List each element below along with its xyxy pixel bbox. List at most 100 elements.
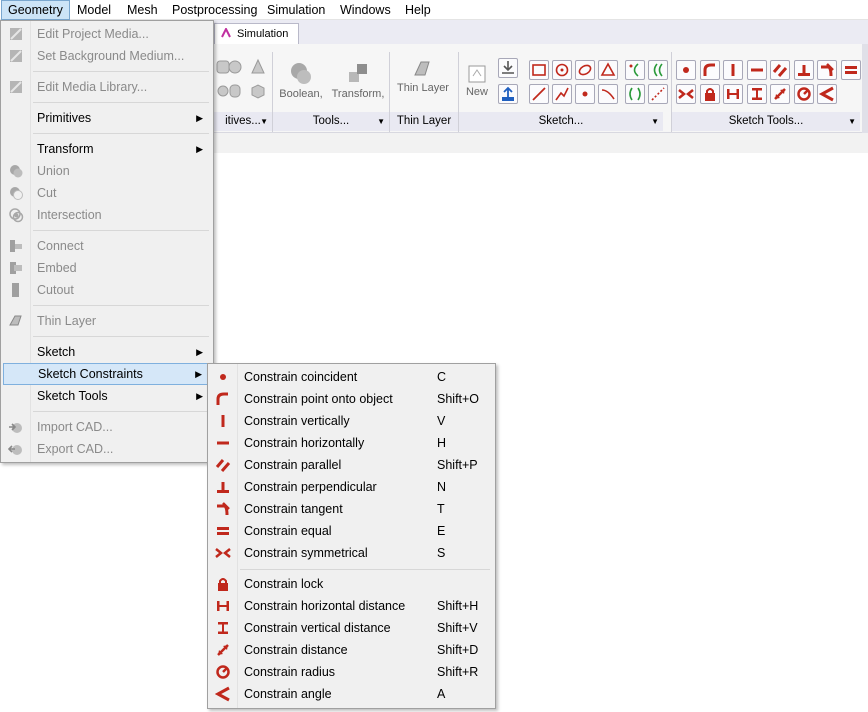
- menu-geometry[interactable]: Geometry: [1, 0, 70, 20]
- toolbar-vertical-distance-button[interactable]: [746, 84, 767, 104]
- menu-item-label: Constrain point onto object: [244, 392, 393, 406]
- new-sketch-button[interactable]: New: [462, 64, 492, 98]
- sketch-fillet-button[interactable]: [625, 60, 645, 80]
- toolbar-angle-button[interactable]: [817, 84, 837, 104]
- toolbar-lock-button[interactable]: [699, 84, 720, 104]
- menu-item-coincident[interactable]: Constrain coincident C: [210, 366, 493, 388]
- transform-button[interactable]: Transform,: [330, 60, 386, 100]
- menu-item-sketch-constraints[interactable]: Sketch Constraints ▶: [3, 363, 211, 385]
- menu-item-horizontal-distance[interactable]: Constrain horizontal distance Shift+H: [210, 595, 493, 617]
- sketch-arc-button[interactable]: [598, 84, 618, 104]
- menu-item-union[interactable]: Union: [3, 160, 211, 182]
- menu-item-parallel[interactable]: Constrain parallel Shift+P: [210, 454, 493, 476]
- toolbar-tangent-button[interactable]: [817, 60, 837, 80]
- menu-item-edit-media-library[interactable]: Edit Media Library...: [3, 76, 211, 98]
- menu-item-thin-layer[interactable]: Thin Layer: [3, 310, 211, 332]
- menu-postprocessing[interactable]: Postprocessing: [166, 0, 263, 20]
- toolbar-point-on-object-button[interactable]: [699, 60, 720, 80]
- sketch-point-button[interactable]: [575, 84, 595, 104]
- export-sketch-button[interactable]: [498, 84, 518, 104]
- sketch-mirror-button[interactable]: [625, 84, 645, 104]
- menu-item-distance[interactable]: Constrain distance Shift+D: [210, 639, 493, 661]
- menu-item-tangent[interactable]: Constrain tangent T: [210, 498, 493, 520]
- menu-item-lock[interactable]: Constrain lock: [210, 573, 493, 595]
- cone-primitive-icon[interactable]: [249, 58, 267, 76]
- boolean-label: Boolean,: [279, 88, 323, 100]
- menu-item-vertical-distance[interactable]: Constrain vertical distance Shift+V: [210, 617, 493, 639]
- menu-item-horizontal[interactable]: Constrain horizontally H: [210, 432, 493, 454]
- sketch-polyline-button[interactable]: [552, 84, 572, 104]
- group-tools[interactable]: Tools... ▼: [273, 112, 389, 131]
- menu-item-embed[interactable]: Embed: [3, 257, 211, 279]
- menu-item-cut[interactable]: Cut: [3, 182, 211, 204]
- menu-help[interactable]: Help: [399, 0, 437, 20]
- menu-item-symmetrical[interactable]: Constrain symmetrical S: [210, 542, 493, 564]
- group-primitives-label: itives...: [225, 115, 261, 127]
- menu-item-point-on-object[interactable]: Constrain point onto object Shift+O: [210, 388, 493, 410]
- sphere-primitive-icon[interactable]: [226, 58, 244, 76]
- shortcut-label: A: [437, 687, 446, 701]
- menu-item-vertical[interactable]: Constrain vertically V: [210, 410, 493, 432]
- menu-item-transform[interactable]: Transform ▶: [3, 138, 211, 160]
- group-sketch-tools[interactable]: Sketch Tools... ▼: [672, 112, 860, 131]
- distance-icon: [217, 644, 229, 656]
- menu-item-edit-project-media[interactable]: Edit Project Media...: [3, 23, 211, 45]
- menu-item-equal[interactable]: Constrain equal E: [210, 520, 493, 542]
- sketch-ellipse-button[interactable]: [575, 60, 595, 80]
- toolbar-perpendicular-button[interactable]: [793, 60, 814, 80]
- menu-simulation[interactable]: Simulation: [261, 0, 331, 20]
- import-sketch-button[interactable]: [498, 58, 518, 78]
- menu-model[interactable]: Model: [71, 0, 117, 20]
- menu-windows[interactable]: Windows: [334, 0, 397, 20]
- toolbar-vertical-button[interactable]: [723, 60, 743, 80]
- sketch-pattern-button[interactable]: [648, 84, 668, 104]
- tube-primitive-icon[interactable]: [226, 82, 244, 100]
- group-thin-layer[interactable]: Thin Layer: [390, 112, 458, 131]
- box-primitive-icon[interactable]: [249, 82, 267, 100]
- horizontal-distance-icon: [217, 601, 229, 611]
- sketch-line-button[interactable]: [529, 84, 549, 104]
- polyline-icon: [555, 87, 569, 101]
- tab-simulation[interactable]: Simulation: [214, 23, 300, 44]
- toolbar-radius-button[interactable]: [793, 84, 814, 104]
- thin-layer-ribbon-button[interactable]: Thin Layer: [394, 58, 452, 94]
- menu-item-intersection[interactable]: Intersection: [3, 204, 211, 226]
- toolbar-coincident-button[interactable]: [676, 60, 696, 80]
- boolean-button[interactable]: Boolean,: [278, 60, 324, 100]
- equal-icon: [844, 66, 857, 74]
- toolbar-horizontal-button[interactable]: [746, 60, 767, 80]
- menu-item-set-background-medium[interactable]: Set Background Medium...: [3, 45, 211, 67]
- menu-separator: [33, 71, 209, 72]
- menu-item-label: Constrain tangent: [244, 502, 343, 516]
- menu-item-label: Intersection: [37, 208, 102, 222]
- menu-item-perpendicular[interactable]: Constrain perpendicular N: [210, 476, 493, 498]
- toolbar-equal-button[interactable]: [840, 60, 861, 80]
- menu-item-sketch-tools[interactable]: Sketch Tools ▶: [3, 385, 211, 407]
- menu-item-angle[interactable]: Constrain angle A: [210, 683, 493, 705]
- group-primitives[interactable]: itives... ▼: [214, 112, 272, 131]
- toolbar-symmetrical-button[interactable]: [676, 84, 696, 104]
- horizontal-icon: [217, 441, 229, 445]
- menu-item-sketch[interactable]: Sketch ▶: [3, 341, 211, 363]
- menu-item-export-cad[interactable]: Export CAD...: [3, 438, 211, 460]
- sketch-offset-button[interactable]: [648, 60, 668, 80]
- menu-item-import-cad[interactable]: Import CAD...: [3, 416, 211, 438]
- sketch-circle-button[interactable]: [552, 60, 572, 80]
- group-sketch[interactable]: Sketch... ▼: [459, 112, 663, 131]
- menu-item-label: Constrain vertically: [244, 414, 350, 428]
- menu-item-connect[interactable]: Connect: [3, 235, 211, 257]
- menu-item-radius[interactable]: Constrain radius Shift+R: [210, 661, 493, 683]
- toolbar-distance-button[interactable]: [770, 84, 790, 104]
- menu-mesh[interactable]: Mesh: [121, 0, 164, 20]
- menu-item-cutout[interactable]: Cutout: [3, 279, 211, 301]
- circle-icon: [555, 63, 569, 77]
- toolbar-horizontal-distance-button[interactable]: [723, 84, 743, 104]
- menu-item-label: Constrain distance: [244, 643, 348, 657]
- menu-item-primitives[interactable]: Primitives ▶: [3, 107, 211, 129]
- shortcut-label: Shift+P: [437, 458, 478, 472]
- sketch-rectangle-button[interactable]: [529, 60, 549, 80]
- sketch-polygon-button[interactable]: [598, 60, 618, 80]
- shortcut-label: Shift+O: [437, 392, 480, 406]
- toolbar-parallel-button[interactable]: [770, 60, 790, 80]
- menu-separator: [33, 336, 209, 337]
